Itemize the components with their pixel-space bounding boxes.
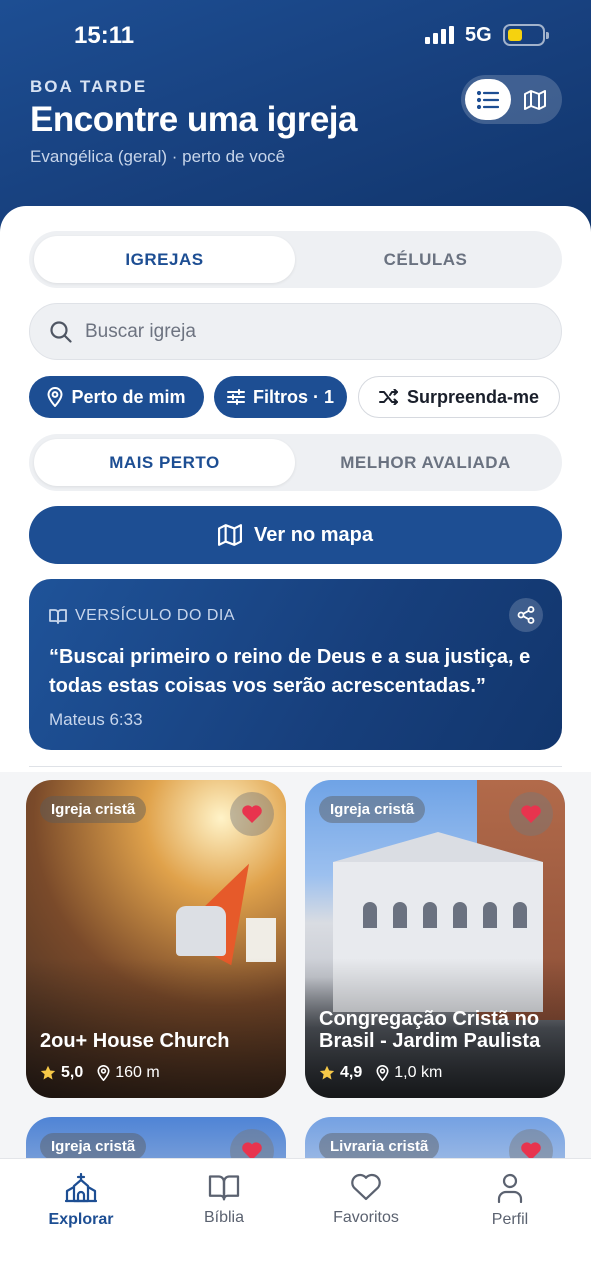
church-meta: 5,0 160 m [40,1064,160,1082]
category-tag: Livraria cristã [319,1133,440,1160]
status-bar: 15:11 5G [0,0,591,70]
near-me-chip[interactable]: Perto de mim [29,376,204,418]
sliders-icon [226,389,245,405]
tab-celulas[interactable]: CÉLULAS [295,236,556,283]
divider [29,766,562,767]
battery-icon [503,24,549,46]
search-input[interactable] [85,314,545,350]
network-type: 5G [465,24,492,46]
surprise-chip[interactable]: Surpreenda-me [358,376,560,418]
card-photo-detail [176,906,226,956]
bottom-nav: Explorar Bíblia Favoritos Perfil [0,1158,591,1280]
view-toggle [461,75,562,124]
category-tag: Igreja cristã [319,796,426,823]
header: 15:11 5G BOA TARDE Encontre uma igreja E… [0,0,591,240]
sort-tabs: MAIS PERTO MELHOR AVALIADA [29,434,562,491]
list-view-button[interactable] [465,79,511,120]
nav-label: Favoritos [333,1209,399,1226]
signal-icon [425,26,457,44]
card-photo-detail [246,918,276,962]
favorite-button[interactable] [509,792,553,836]
star-icon [40,1065,56,1080]
map-icon [218,524,243,546]
share-button[interactable] [509,598,543,632]
heart-icon [521,805,541,823]
surprise-label: Surpreenda-me [406,386,540,407]
map-icon [524,89,546,110]
nav-perfil[interactable]: Perfil [450,1173,570,1229]
filters-chip[interactable]: Filtros · 1 [214,376,347,418]
nav-label: Bíblia [203,1209,245,1226]
location-pin-icon [47,387,63,407]
distance-value: 1,0 km [394,1064,443,1081]
distance-value: 160 m [115,1064,160,1081]
church-name: Congregação Cristã no Brasil - Jardim Pa… [319,1008,541,1052]
verse-text: “Buscai primeiro o reino de Deus e a sua… [49,646,531,697]
user-icon [497,1173,523,1203]
rating: 5,0 [40,1064,83,1082]
distance: 1,0 km [376,1064,442,1082]
nav-favoritos[interactable]: Favoritos [306,1173,426,1227]
nav-label: Explorar [48,1211,114,1228]
location-pin-icon [376,1065,389,1081]
church-card[interactable]: Igreja cristã Congregação Cristã no Bras… [305,780,565,1098]
filters-label: Filtros · 1 [252,386,334,407]
distance: 160 m [97,1064,160,1082]
book-open-icon [208,1175,240,1201]
category-tag: Igreja cristã [40,796,147,823]
near-me-label: Perto de mim [71,386,186,407]
category-tag: Igreja cristã [40,1133,147,1160]
rating: 4,9 [319,1064,362,1082]
map-view-button[interactable] [512,79,558,120]
sort-nearest[interactable]: MAIS PERTO [34,439,295,486]
star-icon [319,1065,335,1080]
tab-igrejas[interactable]: IGREJAS [34,236,295,283]
greeting: BOA TARDE [30,77,148,96]
nav-biblia[interactable]: Bíblia [164,1173,284,1227]
search-bar [29,303,562,360]
list-icon [477,90,499,109]
church-meta: 4,9 1,0 km [319,1064,442,1082]
shuffle-icon [378,389,398,405]
view-map-label: Ver no mapa [254,523,373,546]
nav-label: Perfil [491,1211,529,1228]
church-card[interactable]: Igreja cristã 2ou+ House Church 5,0 160 … [26,780,286,1098]
church-icon [65,1173,97,1203]
heart-icon [242,805,262,823]
book-open-icon [49,609,67,624]
location-pin-icon [97,1065,110,1081]
rating-value: 5,0 [61,1064,84,1081]
verse-reference: Mateus 6:33 [49,710,143,729]
status-time: 15:11 [74,22,135,49]
heart-icon [351,1173,381,1201]
nav-explorar[interactable]: Explorar [21,1173,141,1229]
verse-label: VERSÍCULO DO DIA [75,607,236,624]
page-title: Encontre uma igreja [30,100,357,139]
page-subtitle: Evangélica (geral) · perto de você [30,147,286,166]
favorite-button[interactable] [230,792,274,836]
view-map-button[interactable]: Ver no mapa [29,506,562,564]
church-name: 2ou+ House Church [40,1030,230,1052]
sort-best-rated[interactable]: MELHOR AVALIADA [295,439,556,486]
verse-header: VERSÍCULO DO DIA [49,607,235,625]
verse-of-day-card: VERSÍCULO DO DIA “Buscai primeiro o rein… [29,579,562,750]
rating-value: 4,9 [340,1064,363,1081]
category-tabs: IGREJAS CÉLULAS [29,231,562,288]
share-icon [517,606,535,624]
search-icon [50,321,72,343]
